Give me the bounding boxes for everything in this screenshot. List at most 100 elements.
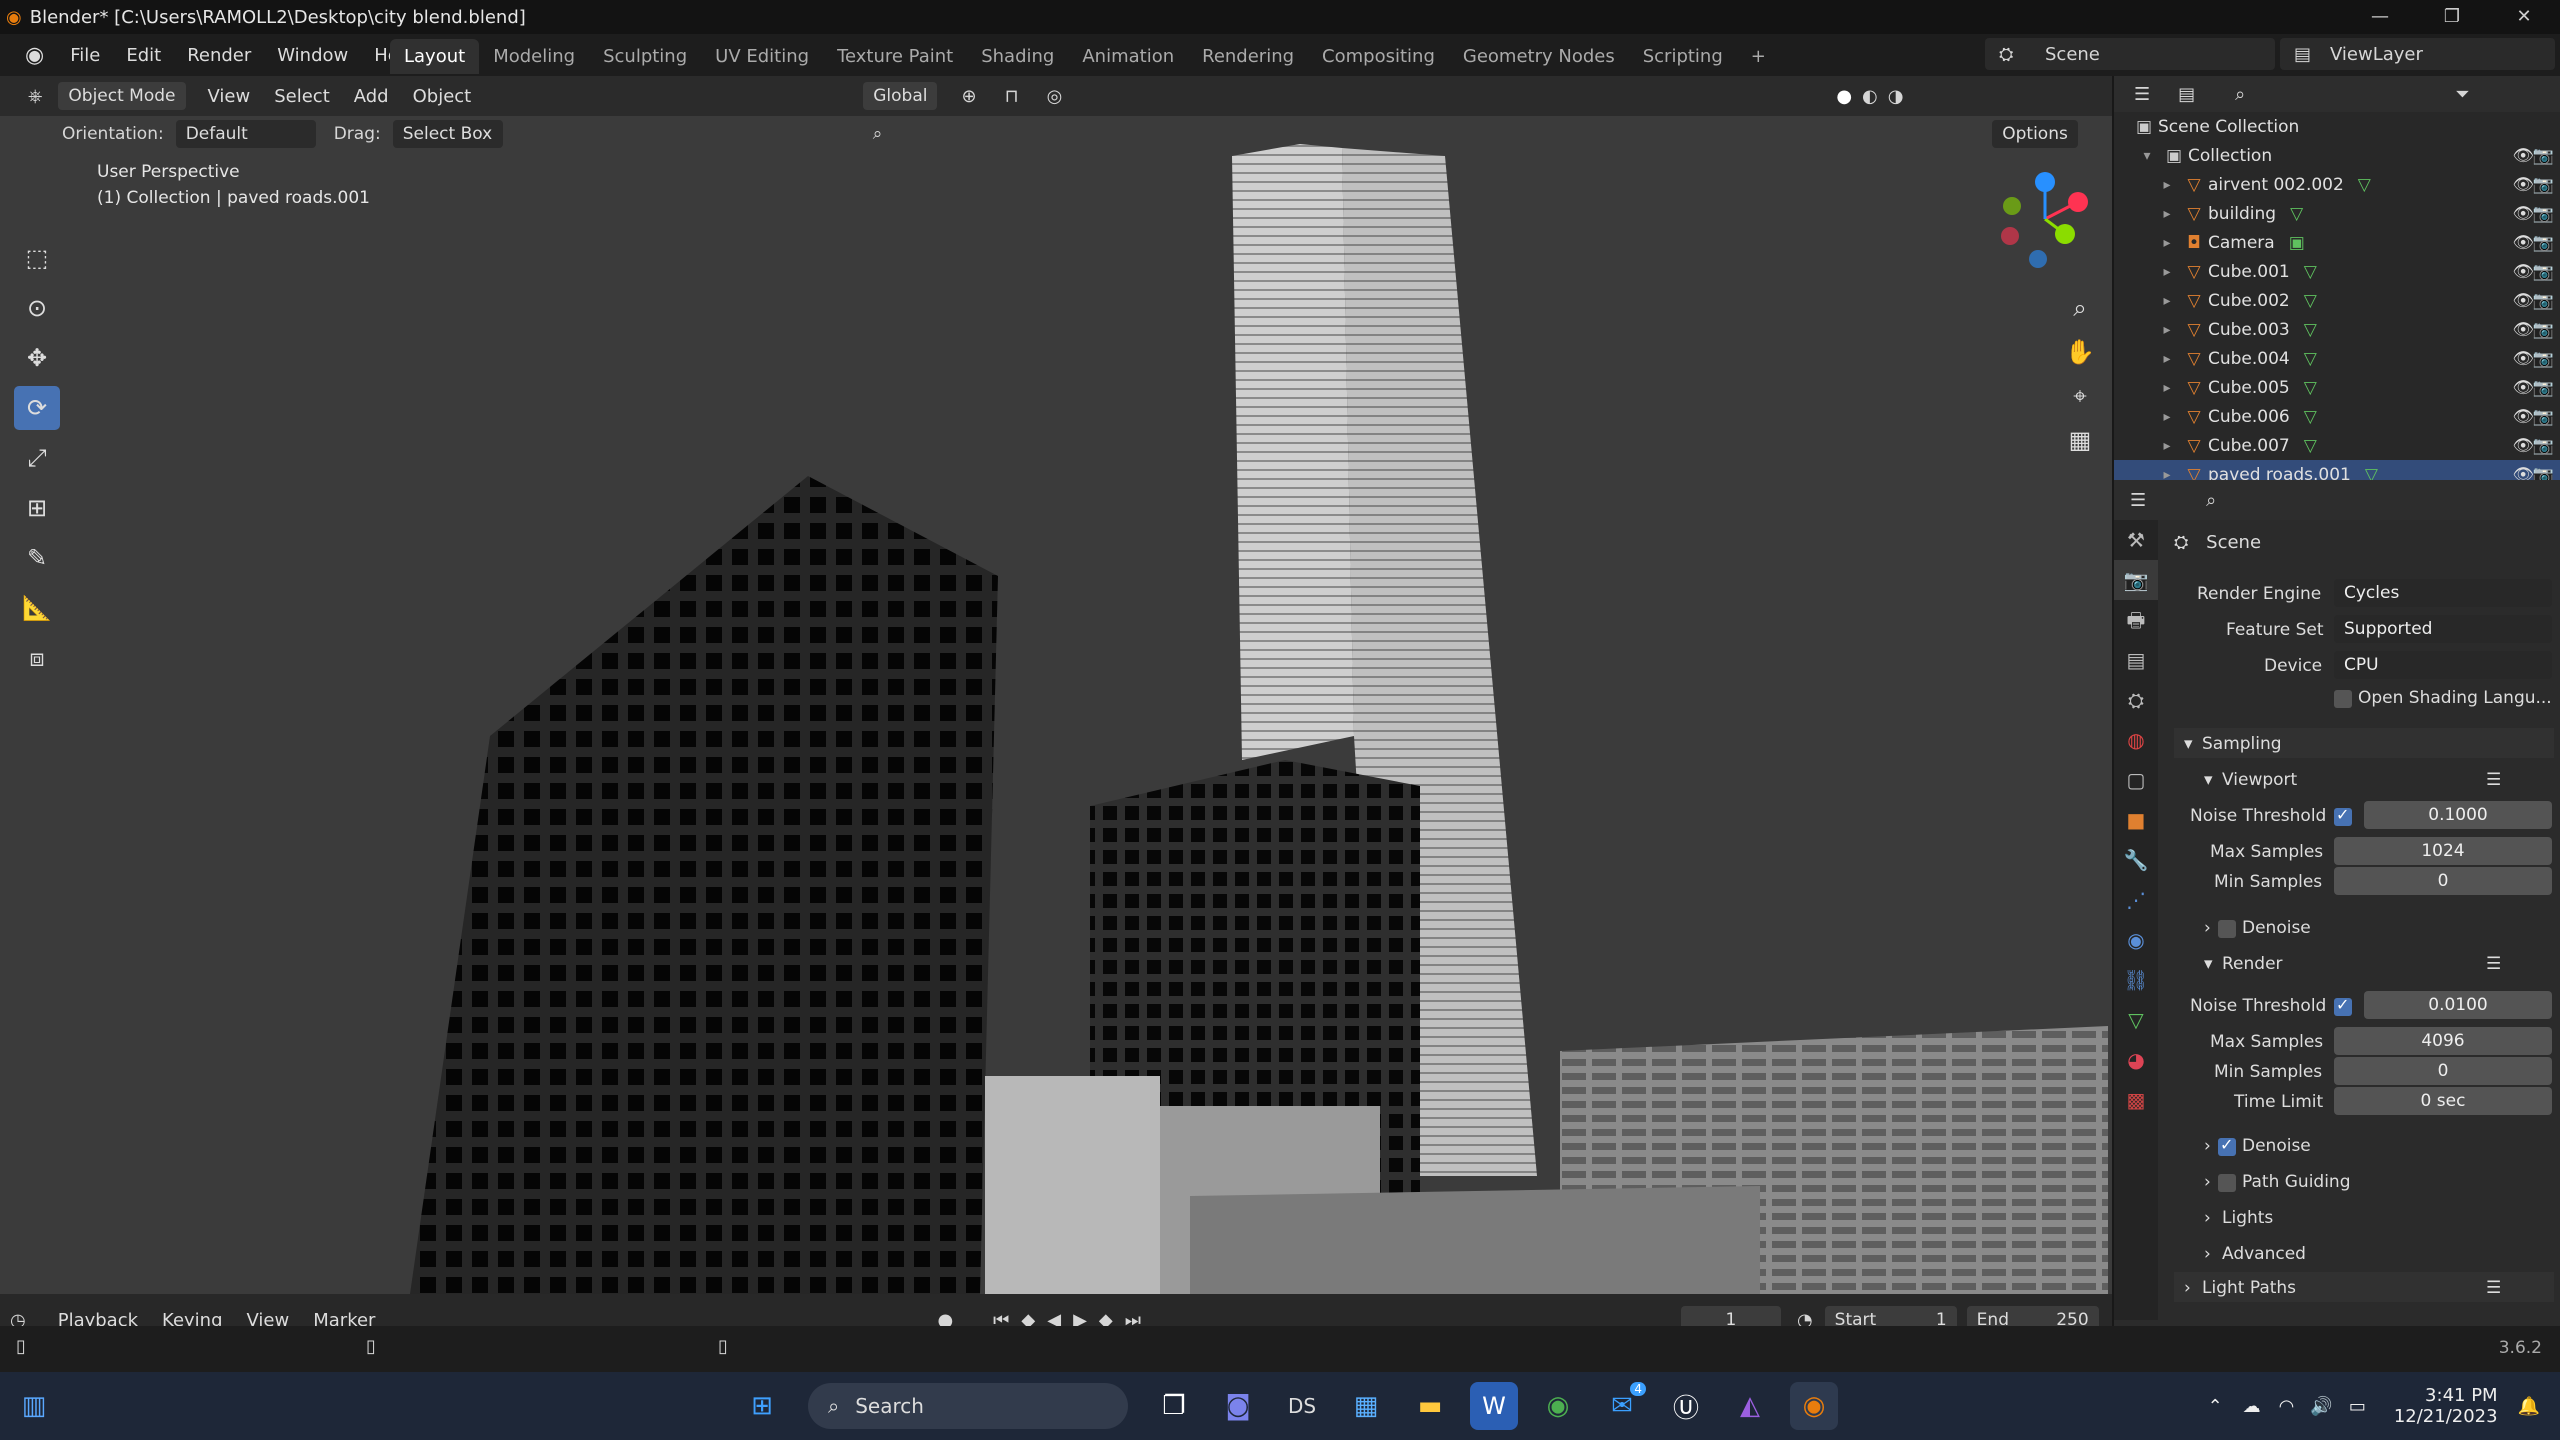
collection-row[interactable]: ▾ ▣ Collection 👁 📷 xyxy=(2114,141,2560,170)
osl-checkbox[interactable] xyxy=(2334,690,2352,708)
render-camera-icon[interactable]: 📷 xyxy=(2533,378,2554,398)
mesh-data-icon[interactable]: ▽ xyxy=(2304,378,2317,398)
mesh-data-icon[interactable]: ▽ xyxy=(2304,436,2317,456)
options-dropdown[interactable]: Options xyxy=(1992,120,2078,148)
expand-icon[interactable]: ▸ xyxy=(2154,264,2180,280)
vp-noise-threshold-field[interactable]: 0.1000 xyxy=(2364,801,2552,829)
tab-uv-editing[interactable]: UV Editing xyxy=(701,39,823,74)
ortho-toggle-icon[interactable]: ▦ xyxy=(2060,420,2100,460)
scene-tab-icon[interactable]: ⛭ xyxy=(2114,680,2158,720)
shading-solid-icon[interactable]: ● xyxy=(1836,86,1852,107)
world-tab-icon[interactable]: ◍ xyxy=(2114,720,2158,760)
store-icon[interactable]: ▦ xyxy=(1342,1382,1390,1430)
pivot-icon[interactable]: ⊕ xyxy=(961,86,976,107)
tab-shading[interactable]: Shading xyxy=(967,39,1068,74)
file-explorer-icon[interactable]: ▬ xyxy=(1406,1382,1454,1430)
tab-sculpting[interactable]: Sculpting xyxy=(589,39,701,74)
expand-icon[interactable]: ▸ xyxy=(2154,409,2180,425)
render-tab-icon[interactable]: 📷 xyxy=(2114,560,2158,600)
restore-button[interactable]: ❐ xyxy=(2416,0,2488,34)
outliner-row[interactable]: ▸ ▽ Cube.002 ▽ 👁 📷 xyxy=(2114,286,2560,315)
render-presets-icon[interactable]: ☰ xyxy=(2486,954,2501,974)
viewport-menu-object[interactable]: Object xyxy=(401,82,484,111)
visibility-eye-icon[interactable]: 👁 xyxy=(2512,291,2534,311)
orientation-dropdown[interactable]: Default xyxy=(175,120,316,148)
tool-tab-icon[interactable]: ⚒ xyxy=(2114,520,2158,560)
device-dropdown[interactable]: CPU xyxy=(2334,651,2552,679)
mesh-data-icon[interactable]: ▽ xyxy=(2304,407,2317,427)
visibility-eye-icon[interactable]: 👁 xyxy=(2512,175,2534,195)
render-camera-icon[interactable]: 📷 xyxy=(2533,204,2554,224)
visibility-eye-icon[interactable]: 👁 xyxy=(2512,407,2534,427)
daz-studio-icon[interactable]: DS xyxy=(1278,1382,1326,1430)
rotate-icon[interactable]: ⟳ xyxy=(14,386,60,430)
vp-min-samples-field[interactable]: 0 xyxy=(2334,867,2552,895)
proportional-edit-icon[interactable]: ◎ xyxy=(1047,86,1063,107)
r-denoise-expand-icon[interactable]: › xyxy=(2204,1136,2211,1156)
viewport-presets-icon[interactable]: ☰ xyxy=(2486,770,2501,790)
snap-icon[interactable]: ⊓ xyxy=(1005,86,1019,107)
properties-editor-icon[interactable]: ☰ xyxy=(2130,490,2146,511)
light-paths-expand-icon[interactable]: › xyxy=(2184,1278,2191,1298)
menu-edit[interactable]: Edit xyxy=(113,45,174,66)
outliner-editor-icon[interactable]: ☰ xyxy=(2134,84,2150,105)
add-workspace-icon[interactable]: + xyxy=(1737,39,1780,74)
widgets-icon[interactable]: ▥ xyxy=(10,1382,58,1430)
view-layer-tab-icon[interactable]: ▤ xyxy=(2114,640,2158,680)
move-icon[interactable]: ✥ xyxy=(14,336,60,380)
object-tab-icon[interactable]: ■ xyxy=(2114,800,2158,840)
outliner-row[interactable]: ▸ ◘ Camera ▣ 👁 📷 xyxy=(2114,228,2560,257)
constraints-tab-icon[interactable]: ⛓ xyxy=(2114,960,2158,1000)
outliner-row[interactable]: ▸ ▽ building ▽ 👁 📷 xyxy=(2114,199,2560,228)
sampling-collapse-icon[interactable]: ▾ xyxy=(2184,734,2193,754)
scene-collection-row[interactable]: ▣ Scene Collection xyxy=(2114,112,2560,141)
menu-render[interactable]: Render xyxy=(174,45,264,66)
visibility-eye-icon[interactable]: 👁 xyxy=(2512,349,2534,369)
outliner-row[interactable]: ▸ ▽ Cube.003 ▽ 👁 📷 xyxy=(2114,315,2560,344)
properties-search-icon[interactable]: ⌕ xyxy=(2206,490,2216,511)
mesh-data-icon[interactable]: ▽ xyxy=(2304,320,2317,340)
editor-type-icon[interactable]: ⎈ xyxy=(28,86,42,107)
tab-animation[interactable]: Animation xyxy=(1068,39,1188,74)
tab-compositing[interactable]: Compositing xyxy=(1308,39,1449,74)
select-box-icon[interactable]: ⬚ xyxy=(14,236,60,280)
expand-icon[interactable]: ▸ xyxy=(2154,235,2180,251)
windows-start-icon[interactable]: ⊞ xyxy=(738,1382,786,1430)
render-camera-icon[interactable]: 📷 xyxy=(2533,146,2554,166)
expand-icon[interactable]: ▸ xyxy=(2154,351,2180,367)
feature-set-dropdown[interactable]: Supported xyxy=(2334,615,2552,643)
outliner-row[interactable]: ▸ ▽ Cube.005 ▽ 👁 📷 xyxy=(2114,373,2560,402)
visibility-eye-icon[interactable]: 👁 xyxy=(2512,262,2534,282)
viewport-menu-view[interactable]: View xyxy=(196,82,263,111)
transform-orientation-dropdown[interactable]: Global xyxy=(863,82,938,110)
outliner-row[interactable]: ▸ ▽ Cube.007 ▽ 👁 📷 xyxy=(2114,431,2560,460)
viewport-menu-add[interactable]: Add xyxy=(342,82,401,111)
filter-icon[interactable]: ⏷ xyxy=(2455,84,2469,105)
chrome-icon[interactable]: ◉ xyxy=(1534,1382,1582,1430)
object-mode-dropdown[interactable]: Object Mode xyxy=(58,82,186,110)
data-tab-icon[interactable]: ▽ xyxy=(2114,1000,2158,1040)
vp-noise-threshold-checkbox[interactable] xyxy=(2334,805,2352,826)
advanced-expand-icon[interactable]: › xyxy=(2204,1244,2211,1264)
mesh-data-icon[interactable]: ▽ xyxy=(2304,262,2317,282)
time-limit-field[interactable]: 0 sec xyxy=(2334,1087,2552,1115)
blender-menu-icon[interactable]: ◉ xyxy=(12,43,57,68)
shading-rendered-icon[interactable]: ◑ xyxy=(1888,86,1904,107)
r-min-samples-field[interactable]: 0 xyxy=(2334,1057,2552,1085)
tray-chevron-icon[interactable]: ⌃ xyxy=(2208,1396,2223,1417)
zoom-icon[interactable]: ⌕ xyxy=(2060,288,2100,328)
expand-icon[interactable]: ▸ xyxy=(2154,438,2180,454)
navigation-gizmo[interactable] xyxy=(1990,164,2100,274)
render-camera-icon[interactable]: 📷 xyxy=(2533,291,2554,311)
task-view-icon[interactable]: ❐ xyxy=(1150,1382,1198,1430)
visibility-eye-icon[interactable]: 👁 xyxy=(2512,204,2534,224)
expand-icon[interactable]: ▸ xyxy=(2154,380,2180,396)
volume-icon[interactable]: 🔊 xyxy=(2310,1396,2332,1417)
scene-selector[interactable]: ⛭ Scene xyxy=(1985,38,2275,70)
material-tab-icon[interactable]: ◕ xyxy=(2114,1040,2158,1080)
r-noise-threshold-checkbox[interactable] xyxy=(2334,995,2352,1016)
search-icon[interactable]: ⌕ xyxy=(873,124,883,144)
tab-rendering[interactable]: Rendering xyxy=(1188,39,1308,74)
annotate-icon[interactable]: ✎ xyxy=(14,536,60,580)
notification-bell-icon[interactable]: 🔔 xyxy=(2518,1396,2540,1417)
